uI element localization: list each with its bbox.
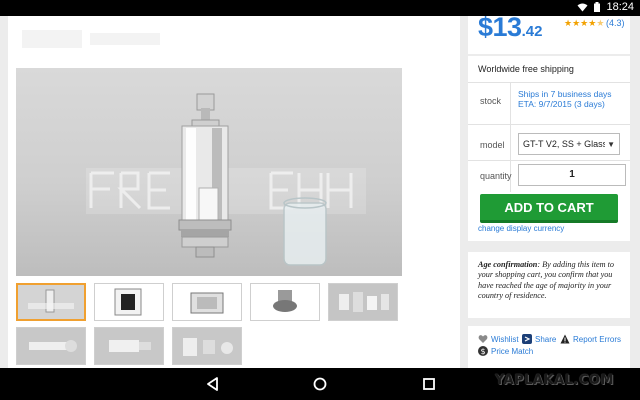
purchase-panel: $13.42 ★ ★ ★ ★ ★ (4.3) Worldwide free sh… [468, 16, 630, 368]
product-gallery-card [8, 16, 460, 368]
shipping-info: Worldwide free shipping [478, 64, 574, 74]
divider [468, 160, 630, 161]
age-confirmation-notice: Age confirmation: By adding this item to… [468, 252, 630, 318]
rating-count[interactable]: (4.3) [606, 18, 625, 28]
quantity-input[interactable]: 1 [518, 164, 626, 186]
faded-title [22, 30, 182, 58]
star-icon: ★ [572, 18, 581, 28]
share-icon [522, 334, 532, 344]
dollar-icon: $ [478, 346, 488, 356]
wifi-icon [577, 3, 588, 12]
add-to-cart-button[interactable]: ADD TO CART [480, 194, 618, 223]
navigation-bar: YAPLAKAL.COM [0, 368, 640, 400]
status-time: 18:24 [606, 1, 634, 13]
thumbnail-7[interactable] [94, 327, 164, 365]
report-errors-label: Report Errors [573, 334, 622, 344]
status-bar: 18:24 [0, 0, 640, 16]
main-product-image[interactable] [16, 68, 402, 276]
product-actions: Wishlist Share Report Errors $ Price Mat… [468, 326, 630, 368]
price-main: $13 [478, 16, 522, 42]
price-match-label: Price Match [491, 346, 534, 356]
star-icon: ★ [564, 18, 573, 28]
model-value: GT-T V2, SS + Glass [523, 139, 608, 149]
thumbnail-4[interactable] [250, 283, 320, 321]
product-page: $13.42 ★ ★ ★ ★ ★ (4.3) Worldwide free sh… [0, 16, 640, 368]
star-icon: ★ [580, 18, 589, 28]
wishlist-label: Wishlist [491, 334, 519, 344]
model-select[interactable]: GT-T V2, SS + Glass ▼ [518, 133, 620, 155]
price-match-link[interactable]: $ Price Match [478, 346, 533, 356]
warning-icon [560, 334, 570, 344]
svg-text:$: $ [480, 347, 485, 356]
age-notice-title: Age confirmation [478, 260, 538, 269]
wishlist-icon [478, 334, 488, 344]
thumbnail-1[interactable] [16, 283, 86, 321]
purchase-options-card: Worldwide free shipping stock Ships in 7… [468, 56, 630, 241]
quantity-label: quantity [480, 171, 512, 181]
divider [468, 82, 630, 83]
model-label: model [480, 140, 505, 150]
price: $13.42 [478, 16, 542, 43]
star-icon: ★ [588, 18, 597, 28]
price-cents: .42 [521, 23, 543, 40]
half-star-icon: ★ [596, 18, 605, 28]
thumbnail-2[interactable] [94, 283, 164, 321]
recent-apps-icon[interactable] [420, 375, 438, 393]
share-link[interactable]: Share [522, 334, 556, 344]
change-currency-link[interactable]: change display currency [478, 224, 564, 233]
price-card: $13.42 ★ ★ ★ ★ ★ (4.3) [468, 16, 630, 54]
wishlist-link[interactable]: Wishlist [478, 334, 519, 344]
stock-eta: ETA: 9/7/2015 (3 days) [518, 99, 605, 109]
divider [468, 124, 630, 125]
home-icon[interactable] [311, 375, 329, 393]
thumbnail-8[interactable] [172, 327, 242, 365]
thumbnail-6[interactable] [16, 327, 86, 365]
status-icons: 18:24 [577, 1, 634, 13]
thumbnail-5[interactable] [328, 283, 398, 321]
watermark: YAPLAKAL.COM [495, 373, 614, 388]
rating-stars[interactable]: ★ ★ ★ ★ ★ [564, 19, 604, 28]
dropdown-arrow-icon: ▼ [605, 140, 615, 149]
stock-info: Ships in 7 business days ETA: 9/7/2015 (… [518, 89, 612, 109]
share-label: Share [535, 334, 557, 344]
stock-shipping-time: Ships in 7 business days [518, 89, 612, 99]
stock-label: stock [480, 96, 502, 106]
back-icon[interactable] [204, 375, 222, 393]
report-errors-link[interactable]: Report Errors [560, 334, 621, 344]
battery-icon [594, 2, 601, 12]
thumbnail-3[interactable] [172, 283, 242, 321]
